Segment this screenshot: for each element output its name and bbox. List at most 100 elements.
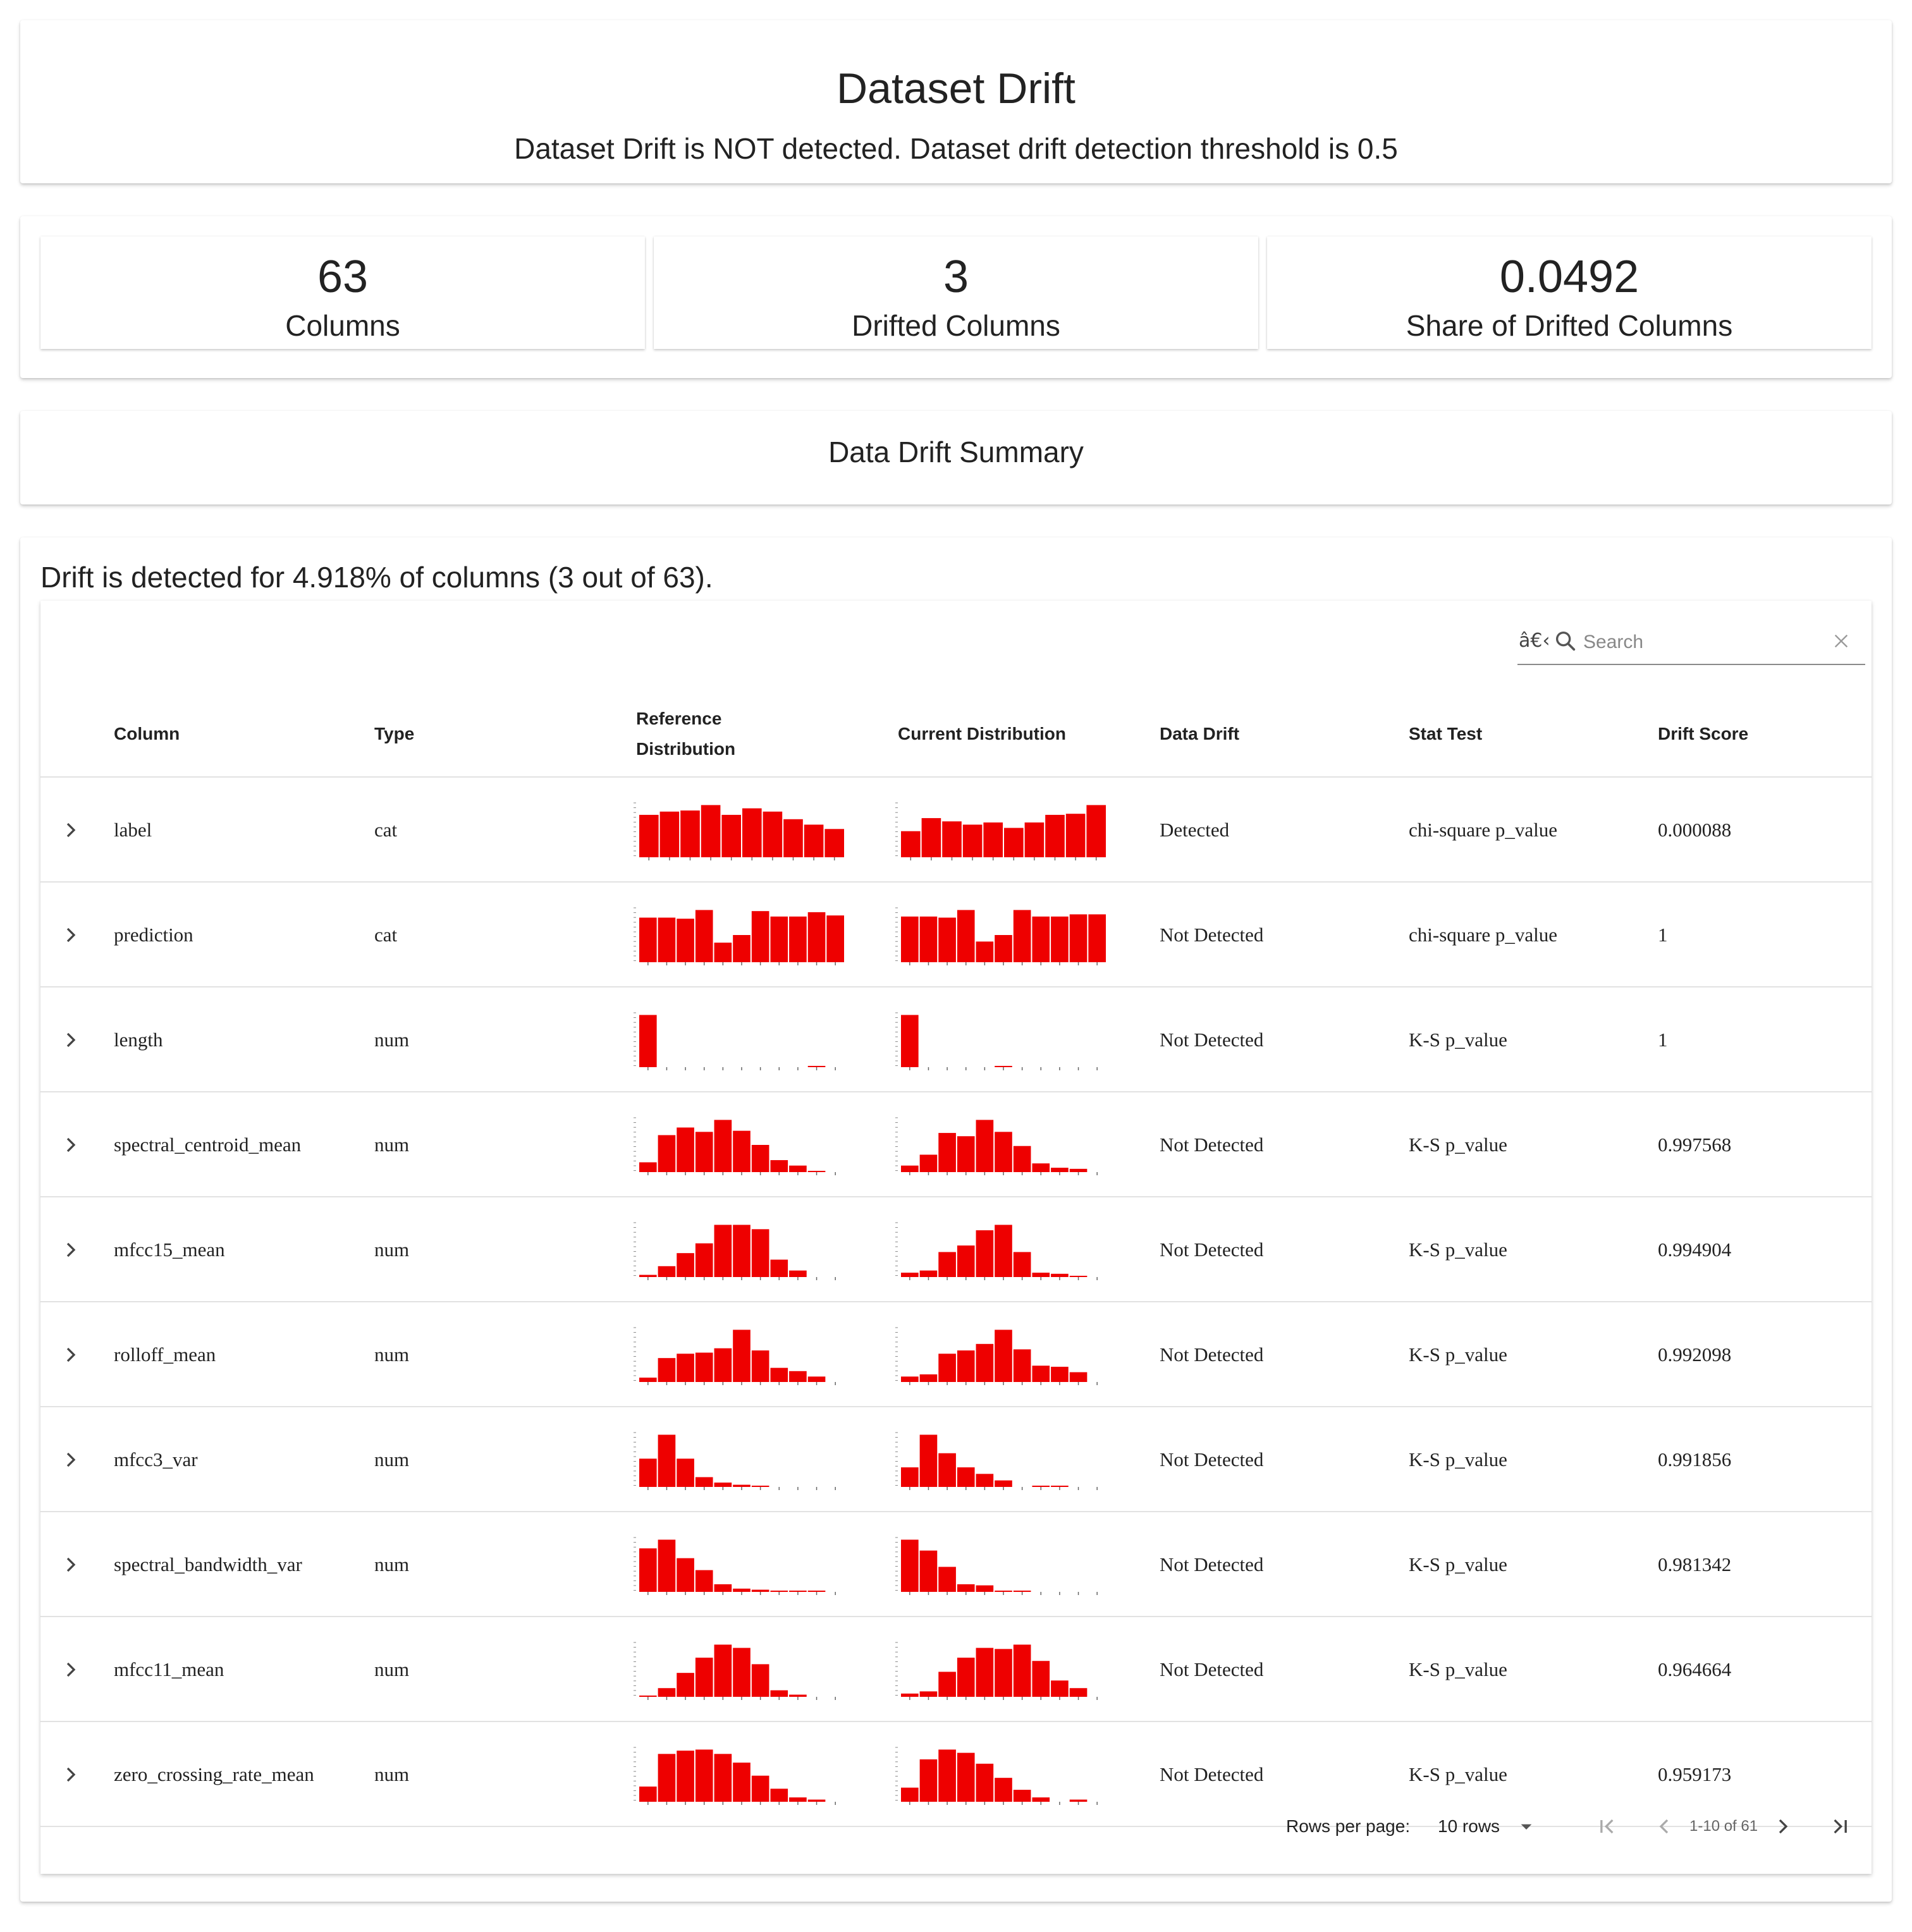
header-data-drift[interactable]: Data Drift	[1160, 719, 1239, 749]
current-distribution-histogram	[895, 1642, 1098, 1700]
histogram-bar	[804, 824, 824, 857]
current-distribution-histogram	[895, 1747, 1098, 1805]
histogram-bar	[901, 1539, 919, 1592]
histogram-bar	[901, 1273, 919, 1277]
reference-distribution-histogram	[634, 1432, 836, 1490]
summary-title: Data Drift Summary	[828, 436, 1084, 468]
table-row: length num Not Detected K-S p_value 1	[40, 987, 1872, 1092]
histogram-bar	[695, 1658, 713, 1697]
page-subtitle: Dataset Drift is NOT detected. Dataset d…	[514, 132, 1398, 165]
expand-row-chevron-icon[interactable]	[58, 816, 83, 844]
dropdown-arrow-icon[interactable]	[1514, 1814, 1539, 1839]
histogram-bar	[639, 1378, 657, 1382]
histogram-bar	[901, 1693, 919, 1697]
table-row: spectral_bandwidth_var num Not Detected K-S…	[40, 1512, 1872, 1617]
histogram-bar	[658, 917, 676, 962]
header-drift-score[interactable]: Drift Score	[1658, 719, 1748, 749]
histogram-bar	[901, 1376, 919, 1382]
last-page-icon[interactable]	[1827, 1814, 1853, 1839]
histogram-bar	[938, 1453, 956, 1487]
histogram-bar	[770, 916, 788, 962]
cell-column: length	[114, 1029, 163, 1051]
rows-per-page-select[interactable]: 10 rows	[1438, 1811, 1500, 1842]
histogram-bar	[1032, 1486, 1050, 1487]
header-stat-test[interactable]: Stat Test	[1409, 719, 1482, 749]
cell-type: cat	[374, 924, 398, 946]
cell-column: prediction	[114, 924, 193, 946]
histogram-bar	[1013, 910, 1031, 962]
cell-column: rolloff_mean	[114, 1343, 216, 1366]
cell-drift-score: 0.997568	[1658, 1134, 1732, 1156]
histogram-bar	[901, 1787, 919, 1802]
histogram-bar	[789, 1270, 807, 1277]
histogram-bar	[751, 1350, 769, 1382]
histogram-bar	[677, 1354, 694, 1382]
histogram-bar	[957, 1245, 975, 1277]
histogram-bar	[938, 1672, 956, 1697]
histogram-bar	[957, 1467, 975, 1487]
histogram-bar	[824, 829, 844, 857]
current-distribution-histogram	[895, 1012, 1098, 1070]
histogram-bar	[1032, 1273, 1050, 1277]
histogram-bar	[976, 1230, 994, 1277]
histogram-bar	[957, 910, 975, 962]
expand-row-chevron-icon[interactable]	[58, 1446, 83, 1474]
current-distribution-histogram	[895, 1327, 1098, 1385]
expand-row-chevron-icon[interactable]	[58, 921, 83, 949]
expand-row-chevron-icon[interactable]	[58, 1131, 83, 1159]
expand-row-chevron-icon[interactable]	[58, 1341, 83, 1369]
header-type[interactable]: Type	[374, 719, 414, 749]
histogram-bar	[942, 821, 962, 857]
histogram-bar	[770, 1591, 788, 1592]
first-page-icon[interactable]	[1595, 1814, 1620, 1839]
cell-column: label	[114, 819, 152, 841]
histogram-bar	[807, 912, 826, 962]
histogram-bar	[807, 1591, 826, 1592]
cell-drift-score: 0.991856	[1658, 1448, 1732, 1470]
histogram-bar	[938, 1354, 956, 1382]
histogram-bar	[783, 819, 803, 857]
search-prefix: â€‹	[1519, 630, 1550, 652]
histogram-bar	[721, 814, 741, 857]
expand-row-chevron-icon[interactable]	[58, 1236, 83, 1264]
previous-page-icon[interactable]	[1652, 1814, 1677, 1839]
cell-data-drift: Not Detected	[1160, 1658, 1264, 1680]
search-input[interactable]	[1583, 630, 1811, 655]
histogram-bar	[658, 1266, 676, 1277]
histogram-bar	[789, 1591, 807, 1592]
metric-label: Columns	[285, 309, 400, 342]
next-page-icon[interactable]	[1770, 1814, 1796, 1839]
metric-value: 3	[943, 252, 969, 302]
histogram-bar	[901, 1015, 919, 1067]
histogram-bar	[770, 1259, 788, 1277]
histogram-bar	[695, 1749, 713, 1802]
histogram-bar	[995, 1132, 1012, 1172]
histogram-bar	[680, 810, 700, 857]
histogram-bar	[901, 1165, 919, 1172]
cell-column: zero_crossing_rate_mean	[114, 1763, 314, 1785]
histogram-bar	[919, 916, 938, 962]
histogram-bar	[639, 1162, 657, 1172]
histogram-bar	[1069, 1276, 1088, 1277]
histogram-bar	[695, 1132, 713, 1172]
pagination-range: 1-10 of 61	[1689, 1818, 1758, 1835]
clear-search-icon[interactable]	[1831, 631, 1851, 651]
cell-data-drift: Not Detected	[1160, 1029, 1264, 1051]
cell-stat-test: K-S p_value	[1409, 1238, 1507, 1261]
cell-column: mfcc15_mean	[114, 1238, 225, 1261]
expand-row-chevron-icon[interactable]	[58, 1656, 83, 1684]
expand-row-chevron-icon[interactable]	[58, 1551, 83, 1579]
expand-row-chevron-icon[interactable]	[58, 1761, 83, 1788]
histogram-bar	[770, 1788, 788, 1802]
header-column[interactable]: Column	[114, 719, 180, 749]
histogram-bar	[938, 917, 956, 962]
expand-row-chevron-icon[interactable]	[58, 1026, 83, 1054]
cell-stat-test: K-S p_value	[1409, 1343, 1507, 1366]
histogram-bar	[901, 916, 919, 962]
histogram-bar	[919, 1434, 938, 1487]
cell-type: cat	[374, 819, 398, 841]
search-field[interactable]: â€‹	[1517, 623, 1865, 665]
histogram-bar	[751, 1589, 769, 1592]
cell-stat-test: K-S p_value	[1409, 1448, 1507, 1470]
histogram-bar	[751, 1145, 769, 1172]
